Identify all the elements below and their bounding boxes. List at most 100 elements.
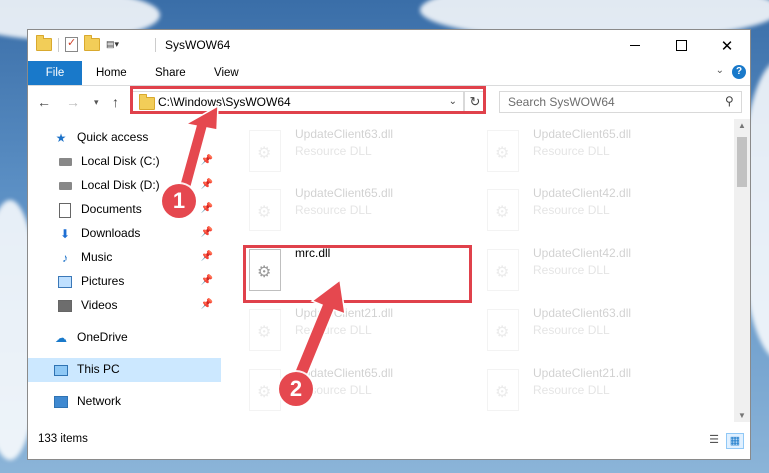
pin-icon: 📌 — [200, 203, 213, 214]
nav-item-label: Music — [81, 250, 113, 264]
help-icon[interactable]: ? — [732, 65, 746, 79]
file-item[interactable]: UpdateClient65.dll Resource DLL — [239, 363, 467, 421]
nav-item-music[interactable]: ♪ Music 📌 — [28, 246, 221, 270]
file-type: Resource DLL — [533, 203, 610, 217]
file-name: UpdateClient42.dll — [533, 246, 632, 260]
file-name: UpdateClient21.dll — [533, 366, 632, 380]
item-count: 133 items — [38, 433, 88, 445]
pin-icon: 📌 — [200, 299, 213, 310]
file-name: UpdateClient65.dll — [295, 186, 394, 200]
file-item[interactable]: UpdateClient21.dll Resource DLL — [239, 303, 467, 361]
nav-item-label: Downloads — [81, 226, 141, 240]
navigation-pane: ★ Quick access Local Disk (C:) 📌 Local D… — [28, 120, 221, 423]
file-item[interactable]: UpdateClient65.dll Resource DLL — [477, 124, 705, 182]
nav-item-quick-access[interactable]: ★ Quick access — [28, 126, 221, 150]
nav-item-network[interactable]: Network — [28, 390, 221, 414]
videos-icon — [58, 299, 72, 313]
nav-item-label: OneDrive — [77, 330, 128, 344]
minimize-button[interactable] — [612, 30, 658, 61]
pin-icon: 📌 — [200, 155, 213, 166]
music-icon: ♪ — [62, 251, 68, 265]
details-view-icon[interactable]: ☰ — [706, 433, 722, 447]
search-icon: ⚲ — [725, 94, 734, 108]
minimize-icon — [630, 45, 640, 46]
nav-item-videos[interactable]: Videos 📌 — [28, 294, 221, 318]
address-highlight-box — [130, 86, 486, 114]
nav-item-onedrive[interactable]: ☁ OneDrive — [28, 326, 221, 350]
tab-share[interactable]: Share — [155, 61, 186, 85]
search-input[interactable]: Search SysWOW64 ⚲ — [499, 91, 742, 113]
separator — [155, 38, 156, 52]
dll-file-icon — [487, 369, 519, 411]
folder-icon — [36, 35, 52, 51]
new-folder-icon[interactable] — [84, 35, 100, 51]
dll-file-icon — [249, 309, 281, 351]
nav-item-downloads[interactable]: ⬇ Downloads 📌 — [28, 222, 221, 246]
step-2-badge: 2 — [279, 372, 313, 406]
maximize-button[interactable] — [658, 30, 704, 61]
file-item[interactable]: UpdateClient42.dll Resource DLL — [477, 243, 705, 301]
file-type: Resource DLL — [533, 323, 610, 337]
network-icon — [54, 395, 68, 409]
window-title: SysWOW64 — [165, 38, 231, 52]
nav-item-pictures[interactable]: Pictures 📌 — [28, 270, 221, 294]
scroll-up-icon[interactable]: ▲ — [738, 121, 746, 130]
cloud-icon: ☁ — [55, 331, 67, 345]
quick-access-toolbar: ▤▾ — [36, 35, 119, 52]
customize-toolbar-icon[interactable]: ▤▾ — [106, 39, 119, 50]
pin-icon: 📌 — [200, 275, 213, 286]
dll-file-icon — [249, 130, 281, 172]
star-icon: ★ — [55, 131, 67, 145]
close-icon: ✕ — [720, 37, 734, 55]
dll-file-icon — [249, 189, 281, 231]
nav-item-label: Local Disk (C:) — [81, 154, 160, 168]
file-item[interactable]: UpdateClient63.dll Resource DLL — [477, 303, 705, 361]
recent-locations-icon[interactable]: ▾ — [94, 97, 99, 108]
pin-icon: 📌 — [200, 251, 213, 262]
scroll-down-icon[interactable]: ▼ — [738, 411, 746, 420]
dll-file-icon — [487, 130, 519, 172]
vertical-scrollbar[interactable]: ▲ ▼ — [734, 119, 750, 422]
back-icon[interactable]: ← — [37, 94, 51, 110]
tab-file[interactable]: File — [28, 61, 82, 85]
tab-view[interactable]: View — [214, 61, 239, 85]
maximize-icon — [675, 40, 687, 51]
nav-item-label: Quick access — [77, 130, 149, 144]
large-icons-view-icon[interactable]: ▦ — [726, 433, 744, 449]
nav-item-label: Videos — [81, 298, 118, 312]
documents-icon — [58, 202, 72, 218]
nav-item-label: Network — [77, 394, 122, 408]
file-name: UpdateClient65.dll — [533, 127, 632, 141]
tab-home[interactable]: Home — [96, 61, 127, 85]
dll-file-icon — [487, 309, 519, 351]
properties-icon[interactable] — [65, 36, 78, 52]
close-button[interactable]: ✕ — [704, 30, 750, 61]
separator — [58, 37, 59, 52]
up-icon[interactable]: ↑ — [112, 94, 119, 110]
file-item[interactable]: UpdateClient65.dll Resource DLL — [239, 183, 467, 241]
forward-icon[interactable]: → — [66, 94, 80, 110]
file-item[interactable]: UpdateClient63.dll Resource DLL — [239, 124, 467, 182]
file-item[interactable]: UpdateClient21.dll Resource DLL — [477, 363, 705, 421]
file-type: Resource DLL — [533, 383, 610, 397]
expand-ribbon-icon[interactable]: ⌄ — [716, 65, 724, 76]
nav-item-label: Local Disk (D:) — [81, 178, 160, 192]
nav-item-local-disk-c[interactable]: Local Disk (C:) 📌 — [28, 150, 221, 174]
file-name: UpdateClient63.dll — [295, 127, 394, 141]
search-placeholder: Search SysWOW64 — [508, 95, 615, 109]
ribbon-tabs: File Home Share View ⌄ ? — [28, 61, 750, 86]
dll-file-icon — [487, 189, 519, 231]
disk-icon — [58, 155, 72, 169]
file-type: Resource DLL — [295, 203, 372, 217]
file-type: Resource DLL — [533, 263, 610, 277]
scrollbar-thumb[interactable] — [737, 137, 747, 187]
dll-file-icon — [249, 369, 281, 411]
file-type: Resource DLL — [533, 144, 610, 158]
pictures-icon — [58, 275, 72, 289]
disk-icon — [58, 179, 72, 193]
step-1-badge: 1 — [162, 184, 196, 218]
pin-icon: 📌 — [200, 179, 213, 190]
status-bar: 133 items ☰ ▦ — [28, 423, 750, 459]
nav-item-this-pc[interactable]: This PC — [28, 358, 221, 382]
file-item[interactable]: UpdateClient42.dll Resource DLL — [477, 183, 705, 241]
